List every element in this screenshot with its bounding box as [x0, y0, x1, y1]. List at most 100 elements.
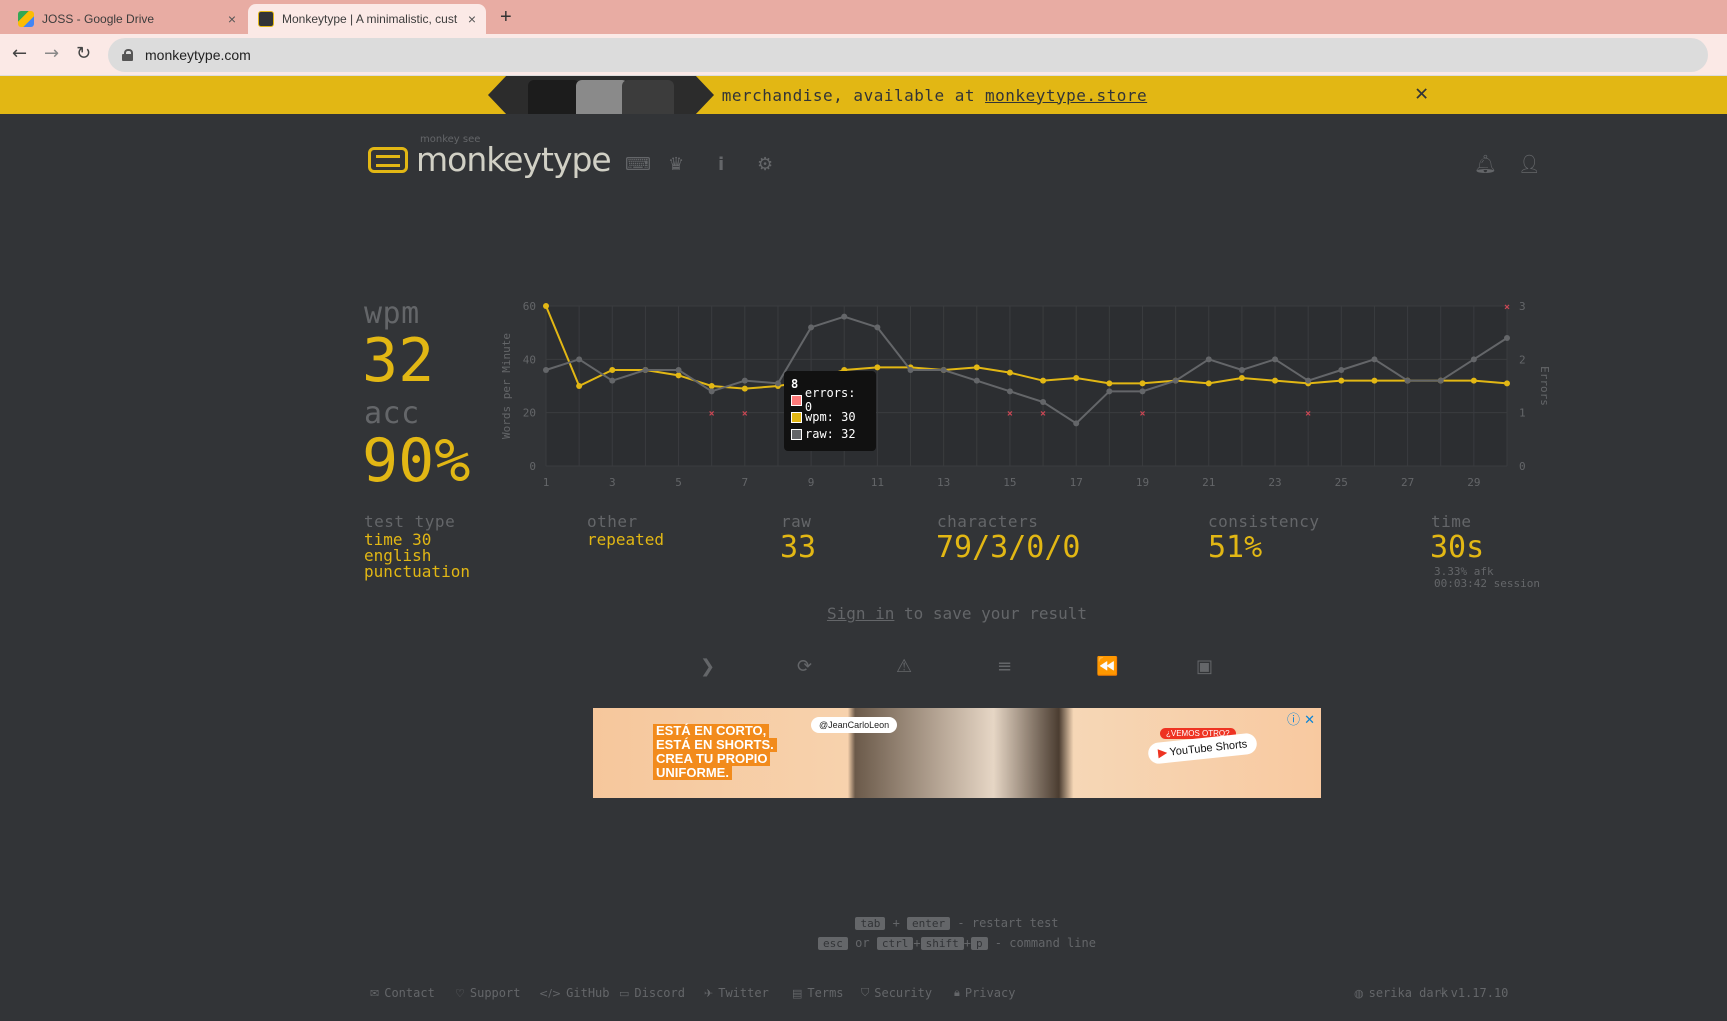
raw-point [642, 367, 649, 373]
other-label: other [587, 512, 638, 531]
y-tick-label: 0 [529, 460, 536, 473]
error-marker: × [1139, 409, 1145, 420]
footer-discord[interactable]: ▭ Discord [619, 986, 685, 1000]
x-tick-label: 5 [675, 476, 682, 489]
wpm-point [1371, 377, 1378, 384]
settings-icon[interactable]: ⚙ [757, 154, 773, 175]
footer-github[interactable]: </> GitHub [539, 986, 610, 1000]
close-tab-icon[interactable]: × [228, 11, 236, 27]
footer-version[interactable]: ⑂ v1.17.10 [1439, 986, 1508, 1000]
y-tick-label: 40 [523, 353, 536, 366]
ad-line: UNIFORME. [653, 766, 732, 780]
replay-icon[interactable]: ⏪ [1096, 656, 1118, 677]
x-tick-label: 23 [1268, 476, 1281, 489]
y2-tick-label: 3 [1519, 300, 1526, 313]
crown-icon[interactable]: ♛ [668, 154, 684, 175]
logo-subtitle: monkey see [420, 134, 481, 145]
footer-link-label: Terms [807, 986, 844, 1000]
tab-google-drive[interactable]: JOSS - Google Drive × [8, 4, 246, 34]
tab-monkeytype[interactable]: Monkeytype | A minimalistic, cust × [248, 4, 486, 34]
y2-axis-label: Errors [1538, 366, 1551, 406]
wpm-point [1504, 380, 1510, 387]
footer-support[interactable]: ♡ Support [455, 986, 520, 1000]
raw-point [609, 377, 616, 384]
footer-contact[interactable]: ✉ Contact [370, 986, 435, 1000]
reload-icon[interactable]: ↻ [76, 43, 91, 64]
warning-icon[interactable]: ⚠ [896, 656, 912, 677]
raw-point [1437, 377, 1444, 384]
x-tick-label: 29 [1467, 476, 1480, 489]
info-icon[interactable]: i [718, 154, 724, 175]
footer-theme[interactable]: ◍ serika dark [1354, 986, 1448, 1000]
tooltip-wpm: wpm: 30 [805, 410, 856, 424]
tab-title: JOSS - Google Drive [42, 12, 155, 26]
mail-icon: ✉ [370, 986, 380, 1000]
footer-link-label: Discord [634, 986, 685, 1000]
raw-point [841, 313, 848, 320]
words-history-icon[interactable]: ≡ [997, 656, 1012, 677]
ad-line: ESTÁ EN CORTO, [653, 724, 770, 738]
raw-point [1205, 356, 1212, 363]
screenshot-icon[interactable]: ▣ [1196, 656, 1213, 677]
wpm-point [576, 383, 583, 389]
raw-value: 33 [780, 530, 817, 565]
y2-tick-label: 2 [1519, 353, 1526, 366]
x-tick-label: 27 [1401, 476, 1414, 489]
esc-key: esc [818, 937, 848, 950]
session-value: 00:03:42 session [1434, 577, 1540, 590]
user-icon[interactable]: 👤︎ [1518, 154, 1541, 175]
error-marker: × [1040, 409, 1046, 420]
footer-twitter[interactable]: ✈ Twitter [704, 986, 769, 1000]
merch-store-link[interactable]: monkeytype.store [985, 86, 1147, 105]
raw-point [675, 367, 682, 373]
raw-point [808, 324, 815, 331]
new-tab-button[interactable]: + [500, 6, 512, 29]
signin-link[interactable]: Sign in [827, 604, 894, 623]
close-banner-icon[interactable]: ✕ [1415, 81, 1429, 106]
bell-icon[interactable]: 🔔︎ [1474, 154, 1497, 175]
footer-security[interactable]: ⛉ Security [861, 986, 932, 1000]
footer-link-label: Contact [384, 986, 435, 1000]
raw-point [1371, 356, 1378, 363]
plus-sign: + [892, 916, 900, 930]
monkeytype-favicon-icon [258, 11, 274, 27]
forward-arrow-icon[interactable]: → [44, 43, 59, 64]
time-label: time [1431, 512, 1472, 531]
logo[interactable]: monkey see monkeytype [368, 134, 612, 179]
ad-info-icon[interactable]: ⓘ ✕ [1287, 709, 1315, 728]
signin-text: to save your result [894, 604, 1088, 623]
error-marker: × [1504, 302, 1510, 313]
restart-icon[interactable]: ⟳ [797, 656, 812, 677]
merch-shirts-image [488, 76, 714, 114]
plot-area [546, 306, 1507, 466]
raw-point [708, 388, 715, 395]
footer-link-label: Security [874, 986, 933, 1000]
wpm-point [1272, 377, 1279, 384]
keyboard-icon[interactable]: ⌨ [625, 154, 651, 175]
footer-link-label: GitHub [566, 986, 610, 1000]
ad-banner[interactable]: ESTÁ EN CORTO, ESTÁ EN SHORTS. CREA TU P… [593, 708, 1321, 798]
raw-point [940, 367, 947, 373]
x-tick-label: 21 [1202, 476, 1215, 489]
lock-icon: 🔒︎ [954, 986, 960, 999]
y-axis-label: Words per Minute [500, 333, 513, 439]
footer-terms[interactable]: ▤ Terms [792, 986, 844, 1000]
branch-icon: ⑂ [1439, 986, 1446, 1000]
other-value: repeated [587, 530, 665, 549]
document-icon: ▤ [792, 986, 803, 1000]
palette-icon: ◍ [1354, 986, 1364, 1000]
ad-line: CREA TU PROPIO [653, 752, 771, 766]
raw-point [1040, 399, 1047, 405]
y-tick-label: 60 [523, 300, 536, 313]
raw-point [1172, 377, 1179, 384]
back-arrow-icon[interactable]: ← [12, 43, 27, 64]
raw-point [1106, 388, 1113, 395]
next-test-icon[interactable]: ❯ [700, 656, 715, 677]
x-tick-label: 17 [1070, 476, 1083, 489]
wpm-point [1073, 375, 1080, 381]
url-field[interactable]: monkeytype.com [108, 38, 1708, 72]
footer-privacy[interactable]: 🔒︎ Privacy [954, 986, 1015, 1000]
wpm-point [609, 367, 616, 373]
raw-point [874, 324, 881, 331]
close-tab-icon[interactable]: × [468, 11, 476, 27]
